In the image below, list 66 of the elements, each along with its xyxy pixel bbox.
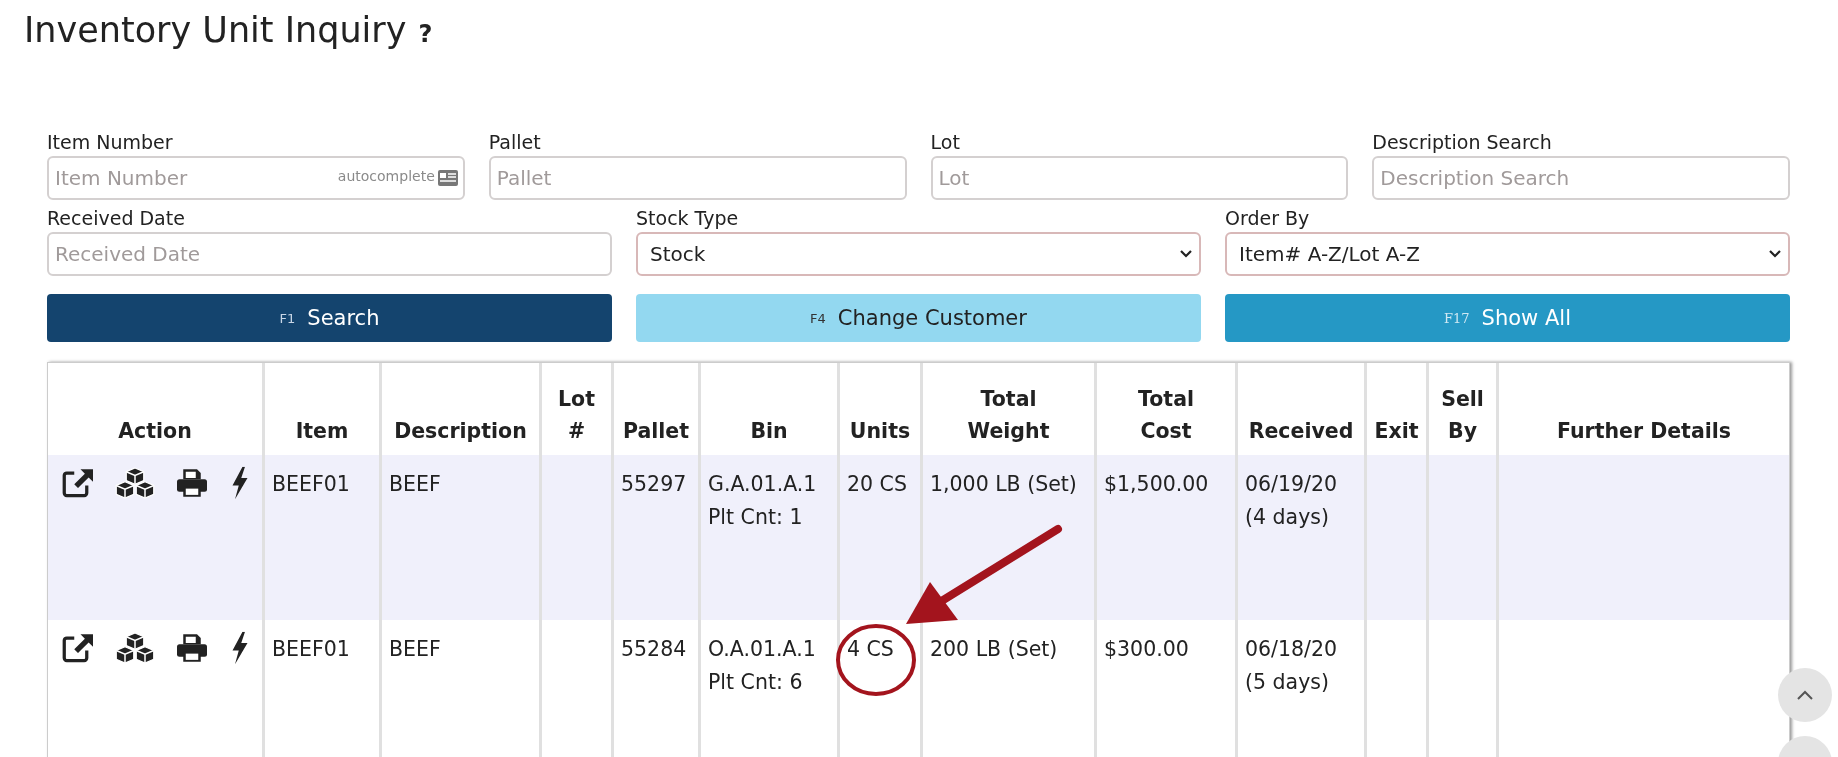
cell-text: G.A.01.A.1: [708, 471, 818, 498]
chevron-down-icon: [1768, 249, 1782, 259]
field-label: Item Number: [47, 130, 173, 154]
column-header: Lot #: [542, 363, 614, 455]
field-label: Received Date: [47, 206, 185, 230]
column-header: Exit: [1367, 363, 1429, 455]
help-link[interactable]: ?: [418, 20, 433, 48]
input-field[interactable]: Pallet: [488, 156, 907, 200]
column-header: Further Details: [1499, 363, 1789, 455]
printer-icon[interactable]: [175, 633, 209, 663]
action-button[interactable]: F1 Search: [47, 294, 612, 342]
column-header: Action: [48, 363, 265, 455]
column-header: Pallet: [614, 363, 701, 455]
cell-text: $1,500.00: [1104, 471, 1210, 498]
cell-text: BEEF01: [272, 471, 351, 498]
cell-text: 55297: [621, 471, 688, 498]
column-header: Received: [1238, 363, 1367, 455]
external-link-icon[interactable]: [61, 633, 95, 663]
cell-text: BEEF: [389, 636, 442, 663]
cell-text: BEEF: [389, 471, 442, 498]
cell-text: O.A.01.A.1: [708, 636, 817, 663]
field-label: Order By: [1225, 206, 1310, 230]
field-label: Description Search: [1372, 130, 1552, 154]
chevron-down-icon: [1179, 249, 1193, 259]
input-field[interactable]: Description Search: [1372, 156, 1790, 200]
cell-text: Plt Cnt: 6: [708, 669, 804, 696]
cell-text: (4 days): [1245, 504, 1330, 531]
cell-text: 200 LB (Set): [930, 636, 1059, 663]
cell-text: BEEF01: [272, 636, 351, 663]
field-label: Lot: [930, 130, 960, 154]
cell-text: (5 days): [1245, 669, 1330, 696]
column-header: Sell By: [1429, 363, 1499, 455]
id-card-icon[interactable]: [436, 169, 459, 187]
shortcut-key: F4: [810, 310, 826, 326]
cell-text: 4 CS: [847, 636, 895, 663]
chevron-up-icon: [1796, 689, 1814, 701]
cell-text: 20 CS: [847, 471, 908, 498]
printer-icon[interactable]: [175, 468, 209, 498]
column-header: Total Cost: [1097, 363, 1238, 455]
column-header: Bin: [701, 363, 840, 455]
cubes-icon[interactable]: [115, 466, 155, 500]
cubes-icon[interactable]: [115, 631, 155, 665]
shortcut-key: F1: [279, 310, 296, 326]
cell-text: 55284: [621, 636, 688, 663]
lightning-icon[interactable]: [231, 631, 249, 665]
column-header: Item: [265, 363, 382, 455]
cell-text: 06/18/20: [1245, 636, 1339, 663]
column-header: Description: [382, 363, 542, 455]
page-title: Inventory Unit Inquiry: [24, 10, 407, 50]
external-link-icon[interactable]: [61, 468, 95, 498]
autocomplete-hint: autocomplete: [337, 168, 435, 184]
shortcut-key: F17: [1444, 310, 1470, 326]
input-field[interactable]: Received Date: [47, 232, 612, 276]
select-dropdown[interactable]: Stock: [636, 232, 1201, 276]
field-label: Pallet: [488, 130, 541, 154]
action-button[interactable]: F4 Change Customer: [636, 294, 1201, 342]
cell-text: 06/19/20: [1245, 471, 1339, 498]
cell-text: $300.00: [1104, 636, 1190, 663]
select-dropdown[interactable]: Item# A-Z/Lot A-Z: [1225, 232, 1790, 276]
input-field[interactable]: Lot: [930, 156, 1349, 200]
column-header: Total Weight: [923, 363, 1097, 455]
cell-text: 1,000 LB (Set): [930, 471, 1078, 498]
lightning-icon[interactable]: [231, 466, 249, 500]
field-label: Stock Type: [636, 206, 739, 230]
cell-text: Plt Cnt: 1: [708, 504, 804, 531]
column-header: Units: [840, 363, 923, 455]
